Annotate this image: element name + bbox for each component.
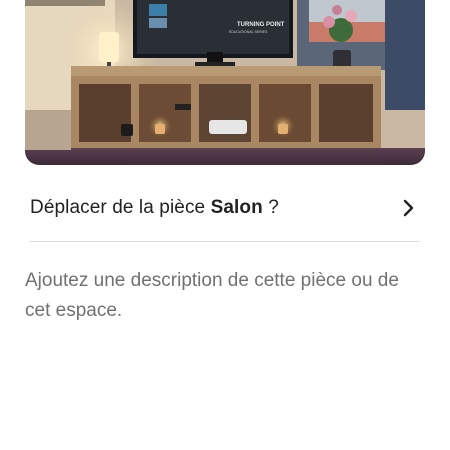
room-photo[interactable]: TURNING POINT EDUCATIONAL SERIES <box>25 0 425 165</box>
chevron-right-icon[interactable] <box>402 199 416 217</box>
description-placeholder[interactable]: Ajoutez une description de cette pièce o… <box>25 266 425 326</box>
move-room-prefix: Déplacer de la pièce <box>30 197 211 218</box>
tv-text-title: TURNING POINT <box>237 22 285 28</box>
move-room-row[interactable]: Déplacer de la pièce Salon ? <box>30 188 420 228</box>
divider <box>30 241 420 242</box>
move-room-label: Déplacer de la pièce Salon ? <box>30 197 279 219</box>
living-room-image: TURNING POINT EDUCATIONAL SERIES <box>25 0 425 165</box>
move-room-suffix: ? <box>262 197 279 218</box>
room-name: Salon <box>210 197 263 218</box>
tv-text-subtitle: EDUCATIONAL SERIES <box>229 30 268 34</box>
